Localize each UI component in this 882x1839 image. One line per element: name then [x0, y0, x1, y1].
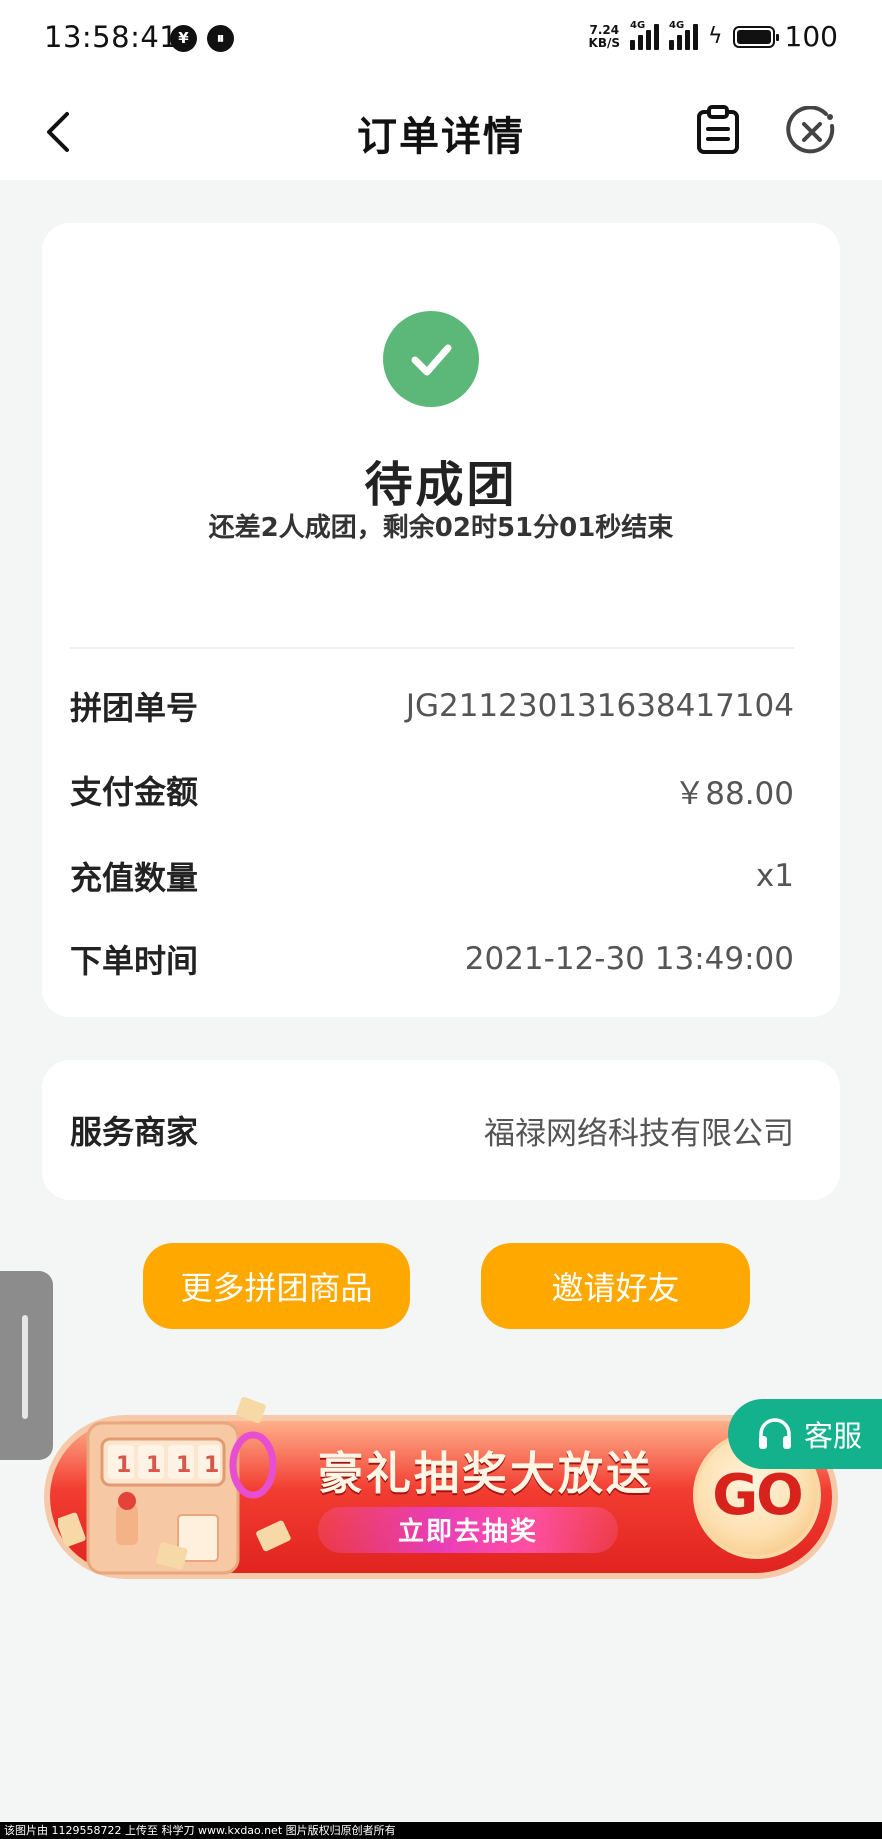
row-value: x1 — [755, 858, 794, 894]
pause-circle-icon: ⏸ — [207, 25, 234, 52]
network-speed-unit: KB/S — [588, 35, 621, 50]
row-value: 福禄网络科技有限公司 — [484, 1115, 794, 1152]
svg-text:1: 1 — [116, 1453, 131, 1478]
order-list-button[interactable] — [690, 102, 746, 158]
row-recharge-quantity: 充值数量 x1 — [70, 851, 794, 901]
row-value: 2021-12-30 13:49:00 — [464, 941, 794, 977]
battery-icon — [732, 25, 779, 48]
lottery-machine-icon: 1 1 1 1 — [58, 1397, 291, 1575]
customer-service-button[interactable]: 客服 — [728, 1399, 882, 1469]
headset-icon — [759, 1418, 791, 1449]
network-type-2: 4G — [669, 19, 685, 31]
close-circle-icon — [786, 106, 835, 154]
customer-service-label: 客服 — [804, 1419, 863, 1453]
invite-friends-button[interactable]: 邀请好友 — [481, 1243, 750, 1329]
banner-title: 豪礼抽奖大放送 — [318, 1447, 655, 1500]
row-value: ￥88.00 — [674, 775, 794, 812]
watermark-bar: 该图片由 1129558722 上传至 科学刀 www.kxdao.net 图片… — [0, 1822, 882, 1839]
order-status-card: 待成团 还差2人成团，剩余02时51分01秒结束 拼团单号 JG21123013… — [42, 223, 840, 1017]
network-type-1: 4G — [630, 19, 646, 31]
row-label: 下单时间 — [70, 942, 199, 980]
merchant-card: 服务商家 福禄网络科技有限公司 — [42, 1060, 840, 1200]
svg-text:1: 1 — [204, 1453, 219, 1478]
go-label: GO — [712, 1462, 804, 1528]
row-order-time: 下单时间 2021-12-30 13:49:00 — [70, 934, 794, 984]
status-time: 13:58:41 — [44, 20, 179, 54]
network-speed-value: 7.24 — [589, 22, 620, 37]
row-merchant: 服务商家 福禄网络科技有限公司 — [70, 1105, 794, 1155]
more-group-products-button[interactable]: 更多拼团商品 — [143, 1243, 410, 1329]
charging-bolt-icon: ϟ — [708, 24, 723, 49]
shield-yen-icon: ¥ — [170, 25, 197, 52]
row-value: JG211230131638417104 — [405, 688, 794, 724]
row-label: 服务商家 — [70, 1113, 199, 1151]
row-label: 充值数量 — [70, 859, 199, 897]
row-payment-amount: 支付金额 ￥88.00 — [70, 765, 794, 815]
status-bar: 13:58:41 ¥ ⏸ 7.24 KB/S 4G 4G ϟ 100 — [0, 0, 882, 80]
clipboard-icon — [697, 105, 739, 154]
signal-icon: 4G — [630, 20, 660, 50]
nav-header: 订单详情 — [0, 80, 882, 180]
order-status-subtitle: 还差2人成团，剩余02时51分01秒结束 — [208, 513, 674, 543]
status-left-icons: ¥ ⏸ — [170, 25, 234, 52]
network-speed: 7.24 KB/S — [588, 22, 621, 50]
watermark-text: 该图片由 1129558722 上传至 科学刀 www.kxdao.net 图片… — [4, 1824, 396, 1837]
row-group-order-number: 拼团单号 JG211230131638417104 — [70, 681, 794, 731]
order-status-title: 待成团 — [364, 457, 518, 513]
svg-text:1: 1 — [176, 1453, 191, 1478]
row-label: 拼团单号 — [70, 689, 199, 727]
grip-icon — [22, 1315, 28, 1419]
battery-level: 100 — [784, 20, 838, 53]
divider — [70, 647, 794, 649]
row-label: 支付金额 — [70, 773, 199, 811]
close-button[interactable] — [782, 102, 842, 162]
status-right: 7.24 KB/S 4G 4G ϟ 100 — [588, 20, 838, 54]
svg-text:1: 1 — [146, 1453, 161, 1478]
signal-icon-2: 4G — [669, 20, 699, 50]
lottery-banner[interactable]: 1 1 1 1 豪礼抽奖大放送 立即去抽奖 GO — [38, 1395, 844, 1595]
banner-subtitle: 立即去抽奖 — [397, 1517, 538, 1547]
check-circle-icon — [383, 311, 479, 407]
page-title: 订单详情 — [357, 114, 525, 160]
